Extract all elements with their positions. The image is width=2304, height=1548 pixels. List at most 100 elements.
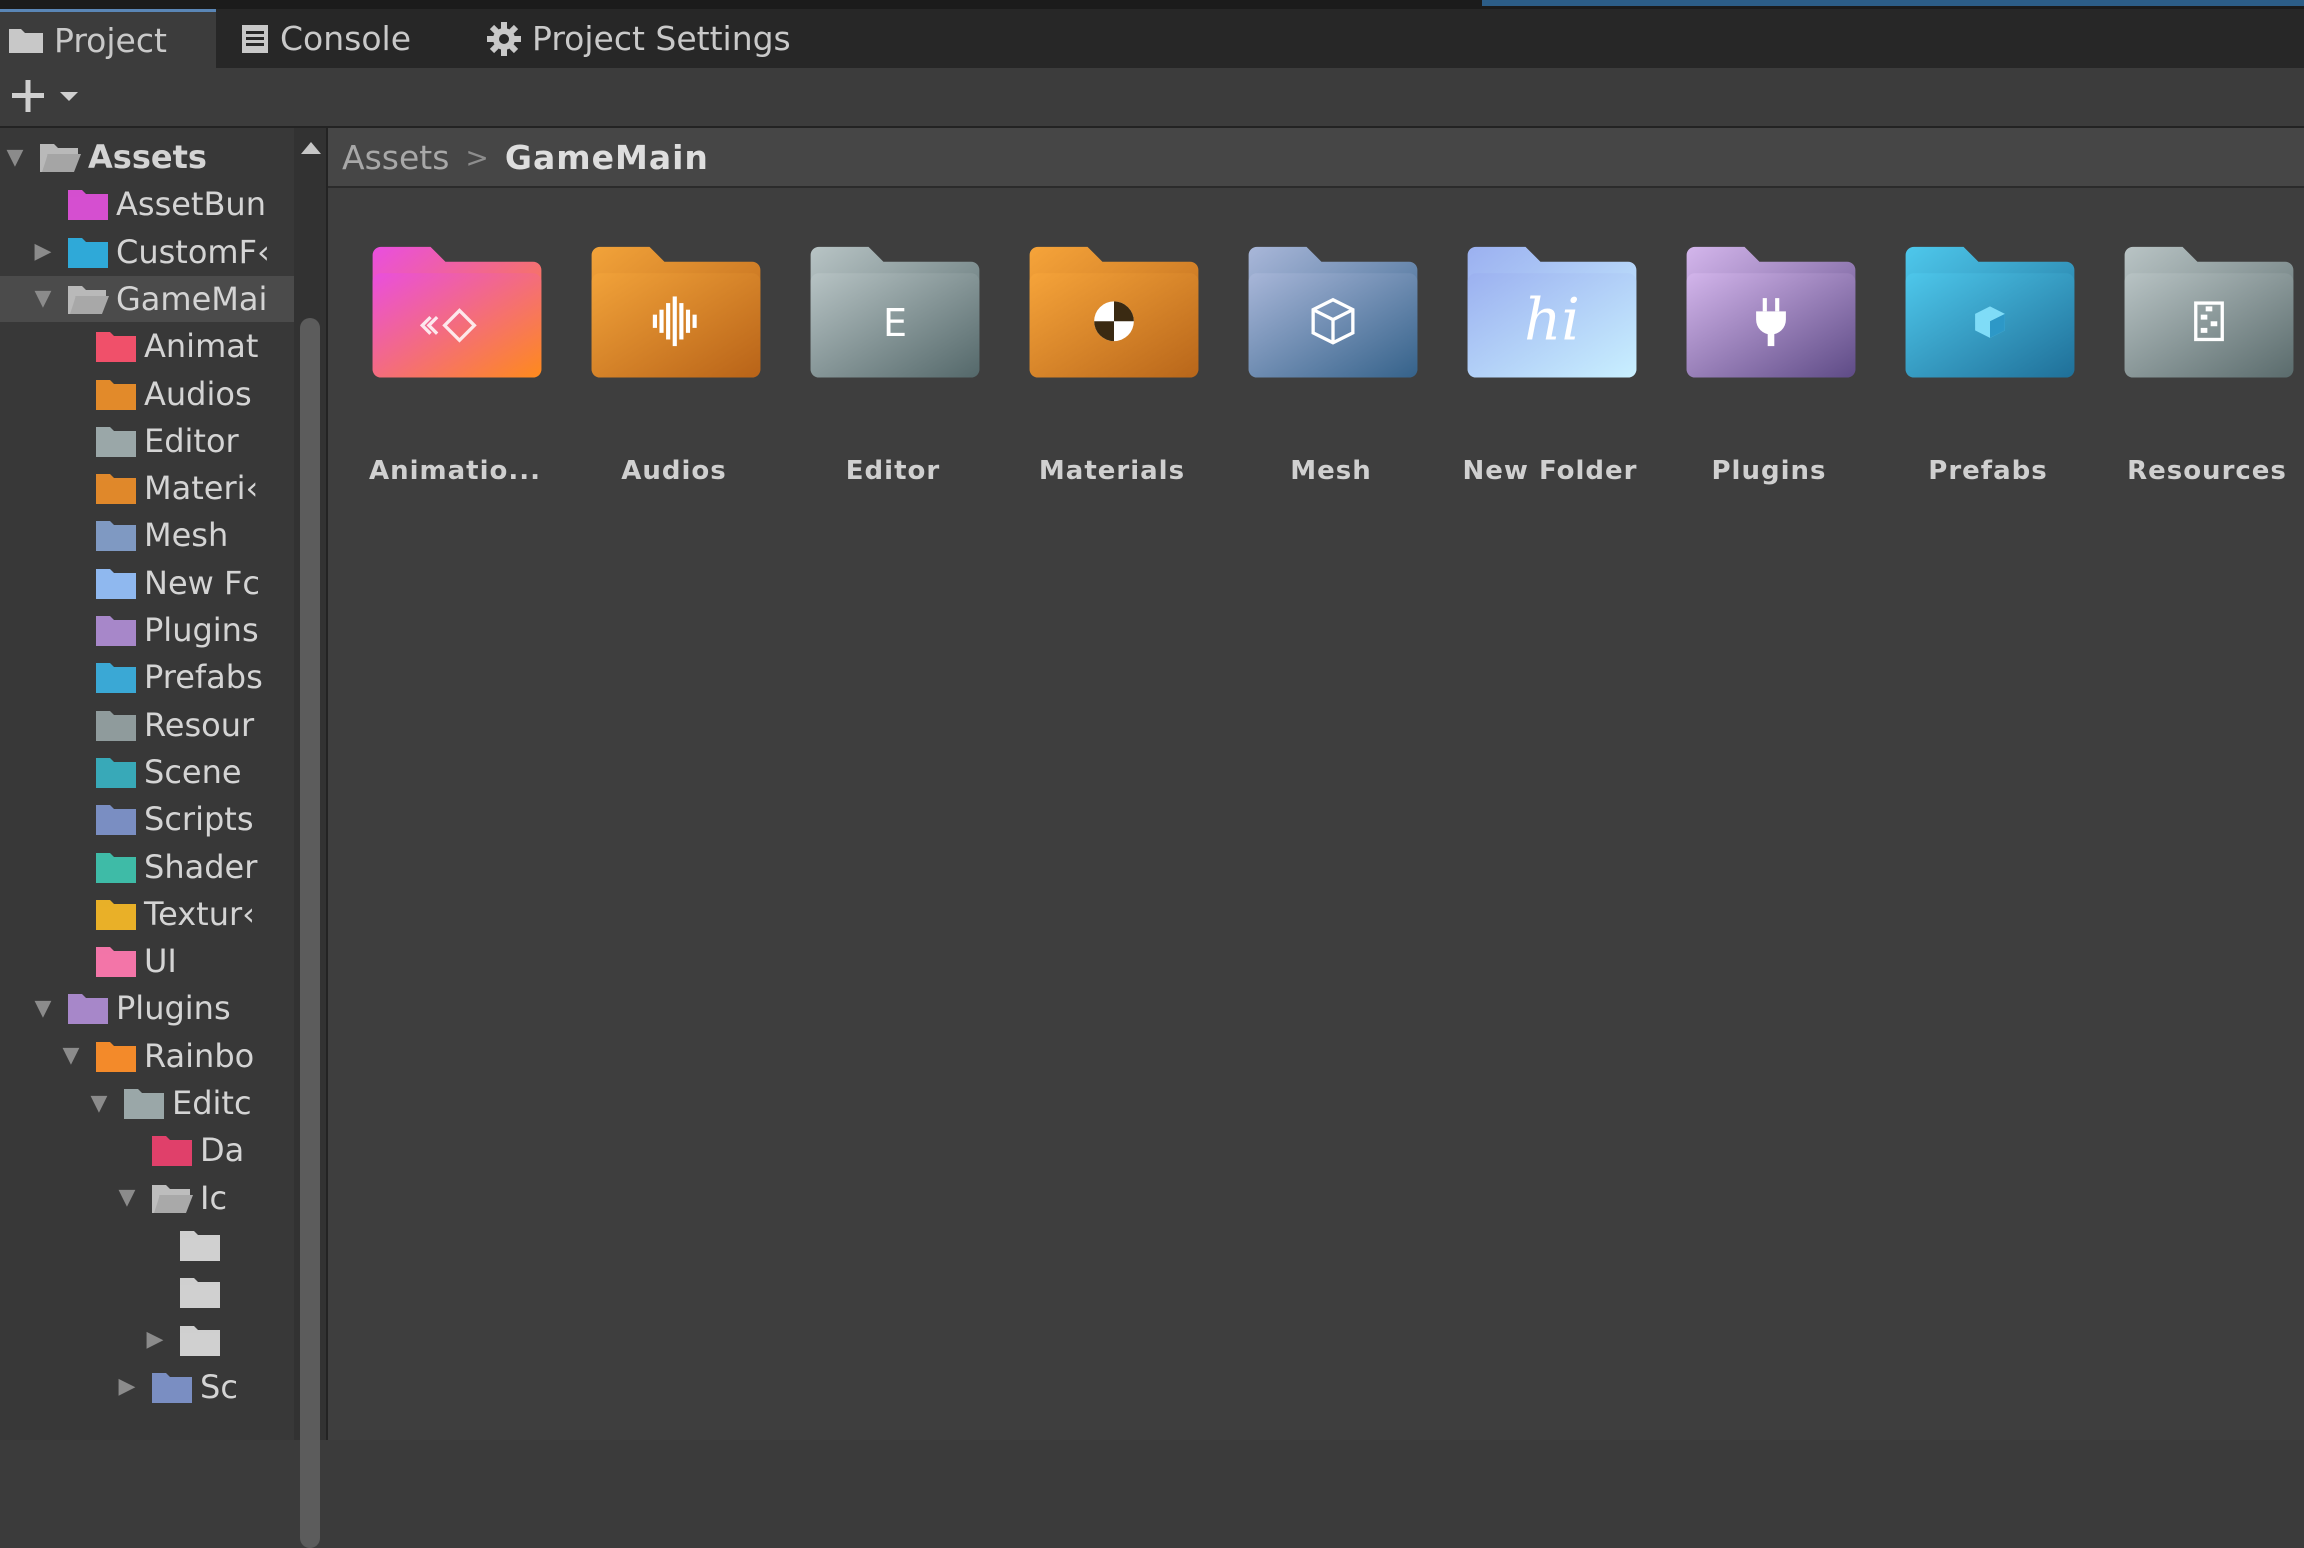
folder-icon xyxy=(152,1372,192,1403)
folder-tile[interactable]: Animatio... xyxy=(346,238,564,486)
tree-item-label: Editor xyxy=(144,421,239,460)
tree-item-label: Animat xyxy=(144,327,259,366)
animation-icon xyxy=(372,246,542,378)
tree-item-label: Rainbo xyxy=(144,1036,255,1075)
folder-icon xyxy=(180,1278,220,1309)
tree-item[interactable]: Audios xyxy=(0,371,294,417)
tab-project-settings[interactable]: Project Settings xyxy=(486,9,826,68)
asset-grid: Animatio... Audios E Editor Materials Mesh hi N… xyxy=(328,188,2304,1440)
expand-arrow-icon[interactable]: ▼ xyxy=(2,134,28,180)
tree-item[interactable]: Prefabs xyxy=(0,654,294,700)
folder-icon xyxy=(96,899,136,930)
folder-icon xyxy=(96,805,136,836)
tree-item[interactable]: New Fc xyxy=(0,560,294,606)
tree-item[interactable]: ▶ CustomF‹ xyxy=(0,229,294,275)
folder-icon xyxy=(96,474,136,505)
folder-icon xyxy=(96,1041,136,1072)
open-folder-icon xyxy=(152,1184,193,1213)
folder-tile[interactable]: Materials xyxy=(1003,238,1221,486)
tree-item-label: Ic xyxy=(200,1178,228,1217)
hi-script-icon: hi xyxy=(1467,246,1637,378)
tab-bar: Project Console Project Settings xyxy=(0,9,2304,68)
tree-item-label: Plugins xyxy=(116,989,231,1028)
folder-tile[interactable]: Resources xyxy=(2098,238,2304,486)
tree-item[interactable]: Resour xyxy=(0,702,294,748)
folder-icon xyxy=(124,1089,164,1119)
gear-icon xyxy=(487,21,521,56)
folder-tile[interactable]: Plugins xyxy=(1660,238,1878,486)
open-folder-icon xyxy=(40,144,81,172)
breadcrumb-current[interactable]: GameMain xyxy=(505,138,709,177)
tree-item[interactable]: AssetBun xyxy=(0,181,294,227)
folder-icon xyxy=(9,29,43,53)
tree-item[interactable]: ▼ Rainbo xyxy=(0,1033,294,1079)
tree-item[interactable]: ▶ xyxy=(0,1317,294,1363)
tree-item[interactable]: ▼ Assets xyxy=(0,134,294,180)
tree-item-label: Scripts xyxy=(144,800,254,839)
tab-console[interactable]: Console xyxy=(240,9,440,68)
tree-item-label: Prefabs xyxy=(144,658,263,697)
folder-tile[interactable]: Audios xyxy=(565,238,783,486)
tree-item[interactable]: ▼ GameMai xyxy=(0,275,294,322)
scroll-up-arrow-icon[interactable] xyxy=(301,142,321,154)
folder-name: Materials xyxy=(1038,456,1186,486)
breadcrumb-root[interactable]: Assets xyxy=(342,138,449,177)
folder-name: Mesh xyxy=(1290,456,1372,486)
tree-item-label: GameMai xyxy=(116,279,268,318)
tree-item[interactable]: ▼ Ic xyxy=(0,1175,294,1221)
tree-item[interactable]: Shader xyxy=(0,844,294,890)
folder-tile[interactable]: Mesh xyxy=(1222,238,1440,486)
collapse-arrow-icon[interactable]: ▶ xyxy=(142,1317,168,1363)
folder-tile[interactable]: Prefabs xyxy=(1879,238,2097,486)
tree-item[interactable]: Textur‹ xyxy=(0,891,294,937)
breadcrumb: Assets > GameMain xyxy=(328,128,2304,188)
tree-item[interactable]: Plugins xyxy=(0,607,294,653)
tree-item[interactable]: Scene xyxy=(0,749,294,795)
tree-item[interactable]: ▼ Plugins xyxy=(0,985,294,1031)
folder-icon xyxy=(96,947,136,978)
tree-item[interactable]: Scripts xyxy=(0,796,294,842)
tab-project[interactable]: Project xyxy=(0,9,216,68)
expand-arrow-icon[interactable]: ▼ xyxy=(86,1080,112,1126)
tree-item[interactable]: Editor xyxy=(0,418,294,464)
tree-item[interactable]: Da xyxy=(0,1127,294,1173)
tree-item[interactable]: ▼ Editc xyxy=(0,1080,294,1126)
console-icon xyxy=(242,24,268,53)
expand-arrow-icon[interactable]: ▼ xyxy=(58,1033,84,1079)
tree-item-label: Mesh xyxy=(144,516,229,555)
tree-item-label: Audios xyxy=(144,374,252,413)
tree-item-label: Shader xyxy=(144,847,258,886)
tree-item[interactable] xyxy=(0,1222,294,1268)
folder-tree[interactable]: ▼ Assets AssetBun ▶ CustomF‹ ▼ GameMai Animat Au… xyxy=(0,128,294,1440)
tree-item[interactable]: Animat xyxy=(0,323,294,369)
svg-text:E: E xyxy=(883,301,907,345)
collapse-arrow-icon[interactable]: ▶ xyxy=(30,229,56,275)
folder-name: Editor xyxy=(845,456,941,486)
tab-label: Project Settings xyxy=(532,19,791,58)
folder-icon xyxy=(180,1325,220,1356)
plus-dropdown-icon xyxy=(12,80,78,112)
expand-arrow-icon[interactable]: ▼ xyxy=(30,276,56,322)
folder-icon xyxy=(68,190,108,221)
mesh-cube-icon xyxy=(1248,246,1418,378)
folder-icon xyxy=(96,568,136,599)
folder-tile[interactable]: E Editor xyxy=(784,238,1002,486)
folder-name: New Folder xyxy=(1462,456,1638,486)
folder-icon xyxy=(152,1136,192,1167)
tree-item[interactable] xyxy=(0,1269,294,1315)
collapse-arrow-icon[interactable]: ▶ xyxy=(114,1364,140,1410)
resources-zip-icon xyxy=(2124,246,2294,378)
create-button[interactable] xyxy=(4,72,84,120)
folder-name: Resources xyxy=(2127,456,2287,486)
tree-scrollbar[interactable] xyxy=(294,128,328,1548)
tree-item[interactable]: Materi‹ xyxy=(0,465,294,511)
folder-tile[interactable]: hi New Folder xyxy=(1441,238,1659,486)
tree-item[interactable]: UI xyxy=(0,938,294,984)
tree-item[interactable]: Mesh xyxy=(0,512,294,558)
expand-arrow-icon[interactable]: ▼ xyxy=(30,985,56,1031)
tree-item-label: Materi‹ xyxy=(144,469,259,508)
tree-item[interactable]: ▶ Sc xyxy=(0,1364,294,1410)
expand-arrow-icon[interactable]: ▼ xyxy=(114,1175,140,1221)
scroll-thumb[interactable] xyxy=(300,318,320,1548)
tab-label: Console xyxy=(280,19,412,58)
